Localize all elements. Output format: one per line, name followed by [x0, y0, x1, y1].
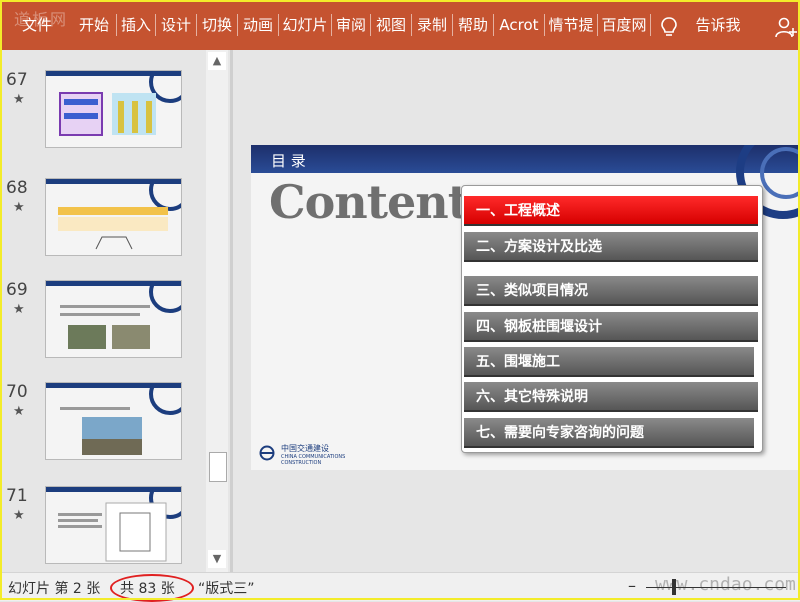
thumbnail-content	[59, 92, 156, 136]
zoom-slider-handle[interactable]	[672, 579, 676, 595]
tab-help[interactable]: 帮助	[453, 12, 493, 38]
tab-design[interactable]: 设计	[156, 12, 196, 38]
contents-item-3[interactable]: 三、类似项目情况	[464, 276, 758, 306]
tab-view[interactable]: 视图	[371, 12, 411, 38]
ribbon-tab-bar: 道板网 文件 开始 插入 设计 切换 动画 幻灯片 审阅 视图 录制 帮助 Ac…	[0, 0, 800, 50]
contents-item-6[interactable]: 六、其它特殊说明	[464, 382, 758, 412]
scroll-down-button[interactable]: ▼	[208, 550, 226, 568]
slide-indicator: 幻灯片 第 2 张	[8, 581, 101, 597]
slide-number: 70	[6, 382, 28, 402]
thumbnail-content	[58, 502, 167, 562]
ccc-logo-icon	[259, 445, 275, 461]
site-watermark: www.cndao.com	[655, 574, 796, 595]
tab-insert[interactable]: 插入	[117, 12, 155, 38]
company-name-cn: 中国交通建设	[281, 444, 329, 453]
slide-thumbnail-pane[interactable]: 67 ★ 68 ★ 69 ★ 70 ★ 71 ★	[0, 50, 206, 572]
company-name-en: CHINA COMMUNICATIONS CONSTRUCTION	[281, 454, 346, 466]
contents-title: Contents	[269, 175, 494, 229]
zoom-slider-track[interactable]	[646, 587, 786, 588]
thumbnail-item[interactable]: 69 ★	[0, 280, 206, 370]
company-logo: 中国交通建设 CHINA COMMUNICATIONS CONSTRUCTION	[259, 444, 369, 466]
tab-slideshow[interactable]: 幻灯片	[279, 12, 331, 38]
slide-number: 71	[6, 486, 28, 506]
slide-number: 68	[6, 178, 28, 198]
animation-star-icon: ★	[13, 200, 25, 215]
share-user-icon[interactable]	[775, 16, 797, 38]
tab-baidu-netdisk[interactable]: 百度网	[598, 12, 650, 38]
contents-item-4[interactable]: 四、钢板桩围堰设计	[464, 312, 758, 342]
thumbnail-item[interactable]: 70 ★	[0, 382, 206, 472]
thumbnail-content	[60, 305, 150, 349]
tell-me-search[interactable]: 告诉我	[688, 12, 748, 38]
contents-item-1[interactable]: 一、工程概述	[464, 196, 758, 226]
zoom-out-button[interactable]: –	[628, 576, 636, 595]
animation-star-icon: ★	[13, 92, 25, 107]
scroll-thumb[interactable]	[209, 452, 227, 482]
current-slide[interactable]: 目 录 Contents 一、工程概述 二、方案设计及比选 三、类似项目情况 四…	[251, 145, 800, 470]
tab-acrobat[interactable]: Acrot	[494, 12, 544, 38]
contents-menu: 一、工程概述 二、方案设计及比选 三、类似项目情况 四、钢板桩围堰设计 五、围堰…	[461, 185, 763, 453]
thumbnail-item[interactable]: 71 ★	[0, 486, 206, 572]
slide-thumbnail[interactable]	[45, 486, 182, 564]
scroll-up-button[interactable]: ▲	[208, 52, 226, 70]
thumbnail-content	[60, 407, 142, 455]
thumbnail-item[interactable]: 67 ★	[0, 70, 206, 160]
contents-item-5[interactable]: 五、围堰施工	[464, 347, 754, 377]
slide-thumbnail[interactable]	[45, 382, 182, 460]
lightbulb-icon[interactable]	[659, 16, 679, 38]
tab-animations[interactable]: 动画	[238, 12, 278, 38]
animation-star-icon: ★	[13, 508, 25, 523]
annotation-circle	[110, 574, 194, 602]
tab-transitions[interactable]: 切换	[197, 12, 237, 38]
slide-header-title: 目 录	[271, 152, 306, 170]
contents-item-7[interactable]: 七、需要向专家咨询的问题	[464, 418, 754, 448]
tab-storyboard[interactable]: 情节提	[545, 12, 597, 38]
tab-file[interactable]: 文件	[12, 12, 62, 38]
slide-thumbnail[interactable]	[45, 178, 182, 256]
slide-header-bar: 目 录	[251, 145, 800, 173]
tab-home[interactable]: 开始	[72, 12, 116, 38]
animation-star-icon: ★	[13, 404, 25, 419]
animation-star-icon: ★	[13, 302, 25, 317]
thumbnail-scrollbar[interactable]: ▲ ▼	[206, 50, 228, 572]
contents-item-2[interactable]: 二、方案设计及比选	[464, 232, 758, 262]
tab-separator	[650, 14, 651, 36]
tab-record[interactable]: 录制	[412, 12, 452, 38]
slide-number: 69	[6, 280, 28, 300]
layout-name: “版式三”	[198, 581, 255, 597]
slide-number: 67	[6, 70, 28, 90]
thumbnail-content	[58, 207, 168, 250]
thumbnail-item[interactable]: 68 ★	[0, 178, 206, 268]
tab-review[interactable]: 审阅	[332, 12, 370, 38]
slide-thumbnail[interactable]	[45, 280, 182, 358]
slide-thumbnail[interactable]	[45, 70, 182, 148]
